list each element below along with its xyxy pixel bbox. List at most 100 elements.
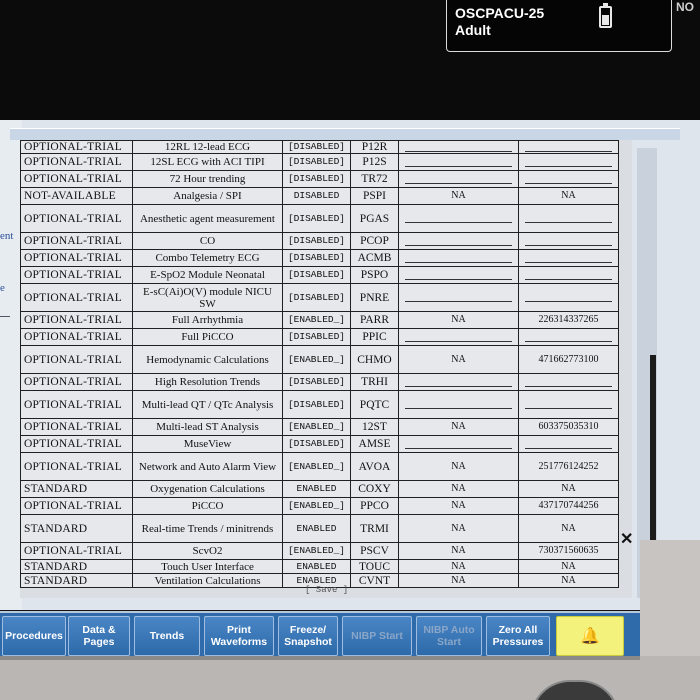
corner-readout: NO: [676, 0, 694, 14]
option-code-cell: PSPO: [350, 266, 399, 284]
table-row[interactable]: OPTIONAL-TRIAL Multi-lead QT / QTc Analys…: [20, 390, 619, 419]
alarm-bell-button[interactable]: 🔔: [556, 616, 624, 656]
value-1-cell: NA: [398, 187, 519, 205]
status-cell: [DISABLED]: [282, 232, 351, 250]
option-name-cell: PiCCO: [132, 497, 283, 515]
value-1-cell: [398, 204, 519, 233]
options-panel: OPTIONAL-TRIAL 12RL 12-lead ECG [DISABLED]…: [20, 140, 632, 598]
table-row[interactable]: OPTIONAL-TRIAL Full Arrhythmia [ENABLED_] P…: [20, 311, 619, 329]
option-name-cell: ScvO2: [132, 542, 283, 560]
patient-status-box[interactable]: OSCPACU-25 Adult: [446, 0, 672, 52]
value-2-cell: [518, 328, 619, 346]
table-row[interactable]: OPTIONAL-TRIAL 12RL 12-lead ECG [DISABLED]…: [20, 140, 619, 154]
mode-cell: OPTIONAL-TRIAL: [20, 497, 133, 515]
table-row[interactable]: OPTIONAL-TRIAL Combo Telemetry ECG [DISABL…: [20, 249, 619, 267]
table-row[interactable]: NOT-AVAILABLE Analgesia / SPI DISABLED PSPI…: [20, 187, 619, 205]
option-name-cell: Hemodynamic Calculations: [132, 345, 283, 374]
status-cell: [DISABLED]: [282, 435, 351, 453]
table-row[interactable]: OPTIONAL-TRIAL E-SpO2 Module Neonatal [DIS…: [20, 266, 619, 284]
value-2-cell: [518, 140, 619, 154]
mode-cell: STANDARD: [20, 480, 133, 498]
left-menu-text[interactable]: e: [0, 282, 5, 294]
option-name-cell: Anesthetic agent measurement: [132, 204, 283, 233]
blank-entry-line: [525, 143, 612, 152]
mode-cell: STANDARD: [20, 573, 133, 588]
option-code-cell: PARR: [350, 311, 399, 329]
status-cell: ENABLED: [282, 480, 351, 498]
value-2-cell: [518, 232, 619, 250]
table-row[interactable]: STANDARD Real-time Trends / minitrends ENA…: [20, 514, 619, 543]
value-1-cell: NA: [398, 345, 519, 374]
table-row[interactable]: OPTIONAL-TRIAL ScvO2 [ENABLED_] PSCV NA 73037…: [20, 542, 619, 560]
value-2-cell: [518, 390, 619, 419]
option-name-cell: Touch User Interface: [132, 559, 283, 574]
mode-cell: OPTIONAL-TRIAL: [20, 266, 133, 284]
option-name-cell: 72 Hour trending: [132, 170, 283, 188]
table-row[interactable]: OPTIONAL-TRIAL Multi-lead ST Analysis [ENA…: [20, 418, 619, 436]
status-cell: [ENABLED_]: [282, 345, 351, 374]
table-row[interactable]: OPTIONAL-TRIAL PiCCO [ENABLED_] PPCO NA 43717…: [20, 497, 619, 515]
softkey-procedures[interactable]: Procedures: [2, 616, 66, 656]
value-2-cell: NA: [518, 573, 619, 588]
status-cell: [ENABLED_]: [282, 542, 351, 560]
table-row[interactable]: OPTIONAL-TRIAL E-sC(Ai)O(V) module NICU S…: [20, 283, 619, 312]
table-row[interactable]: OPTIONAL-TRIAL CO [DISABLED] PCOP: [20, 232, 619, 250]
mode-cell: OPTIONAL-TRIAL: [20, 418, 133, 436]
option-code-cell: PSPI: [350, 187, 399, 205]
mode-cell: STANDARD: [20, 559, 133, 574]
mode-cell: OPTIONAL-TRIAL: [20, 328, 133, 346]
close-icon[interactable]: ✕: [620, 532, 634, 548]
blank-entry-line: [405, 254, 512, 263]
value-2-cell: 471662773100: [518, 345, 619, 374]
option-name-cell: MuseView: [132, 435, 283, 453]
table-row[interactable]: OPTIONAL-TRIAL Network and Auto Alarm Vie…: [20, 452, 619, 481]
status-cell: [DISABLED]: [282, 266, 351, 284]
option-code-cell: AVOA: [350, 452, 399, 481]
mode-cell: OPTIONAL-TRIAL: [20, 204, 133, 233]
softkey-freeze-snapshot[interactable]: Freeze/ Snapshot: [278, 616, 338, 656]
left-menu-text[interactable]: ent: [0, 230, 13, 242]
value-1-cell: NA: [398, 480, 519, 498]
blank-entry-line: [525, 158, 612, 167]
option-code-cell: PPCO: [350, 497, 399, 515]
battery-icon: [599, 3, 612, 28]
value-2-cell: [518, 153, 619, 171]
value-2-cell: [518, 170, 619, 188]
table-row[interactable]: OPTIONAL-TRIAL Hemodynamic Calculations [E…: [20, 345, 619, 374]
value-2-cell: NA: [518, 480, 619, 498]
table-row[interactable]: OPTIONAL-TRIAL Anesthetic agent measureme…: [20, 204, 619, 233]
table-row[interactable]: OPTIONAL-TRIAL Full PiCCO [DISABLED] PPIC: [20, 328, 619, 346]
value-2-cell: 437170744256: [518, 497, 619, 515]
blank-entry-line: [525, 440, 612, 449]
status-cell: [DISABLED]: [282, 170, 351, 188]
value-1-cell: NA: [398, 542, 519, 560]
mode-cell: OPTIONAL-TRIAL: [20, 452, 133, 481]
value-1-cell: NA: [398, 573, 519, 588]
softkey-nibp-auto-start[interactable]: NIBP Auto Start: [416, 616, 482, 656]
value-1-cell: [398, 266, 519, 284]
option-code-cell: P12S: [350, 153, 399, 171]
blank-entry-line: [525, 333, 612, 342]
blank-entry-line: [525, 175, 612, 184]
blank-entry-line: [525, 293, 612, 302]
table-row[interactable]: OPTIONAL-TRIAL 12SL ECG with ACI TIPI [DIS…: [20, 153, 619, 171]
status-cell: [ENABLED_]: [282, 311, 351, 329]
table-row[interactable]: OPTIONAL-TRIAL 72 Hour trending [DISABLED]…: [20, 170, 619, 188]
softkey-zero-all-pressures[interactable]: Zero All Pressures: [486, 616, 550, 656]
blank-entry-line: [405, 440, 512, 449]
table-row[interactable]: OPTIONAL-TRIAL High Resolution Trends [DIS…: [20, 373, 619, 391]
softkey-trends[interactable]: Trends: [134, 616, 200, 656]
save-button[interactable]: [ Save ]: [305, 585, 348, 595]
softkey-nibp-start[interactable]: NIBP Start: [342, 616, 412, 656]
option-code-cell: PCOP: [350, 232, 399, 250]
dialog-title-bar: [10, 128, 680, 140]
value-2-cell: [518, 266, 619, 284]
softkey-data-pages[interactable]: Data & Pages: [68, 616, 130, 656]
value-2-cell: NA: [518, 514, 619, 543]
value-1-cell: [398, 153, 519, 171]
table-row[interactable]: OPTIONAL-TRIAL MuseView [DISABLED] AMSE: [20, 435, 619, 453]
softkey-print-waveforms[interactable]: Print Waveforms: [204, 616, 274, 656]
status-cell: [DISABLED]: [282, 328, 351, 346]
table-row[interactable]: STANDARD Touch User Interface ENABLED TOUC N…: [20, 559, 619, 574]
table-row[interactable]: STANDARD Oxygenation Calculations ENABLED C…: [20, 480, 619, 498]
